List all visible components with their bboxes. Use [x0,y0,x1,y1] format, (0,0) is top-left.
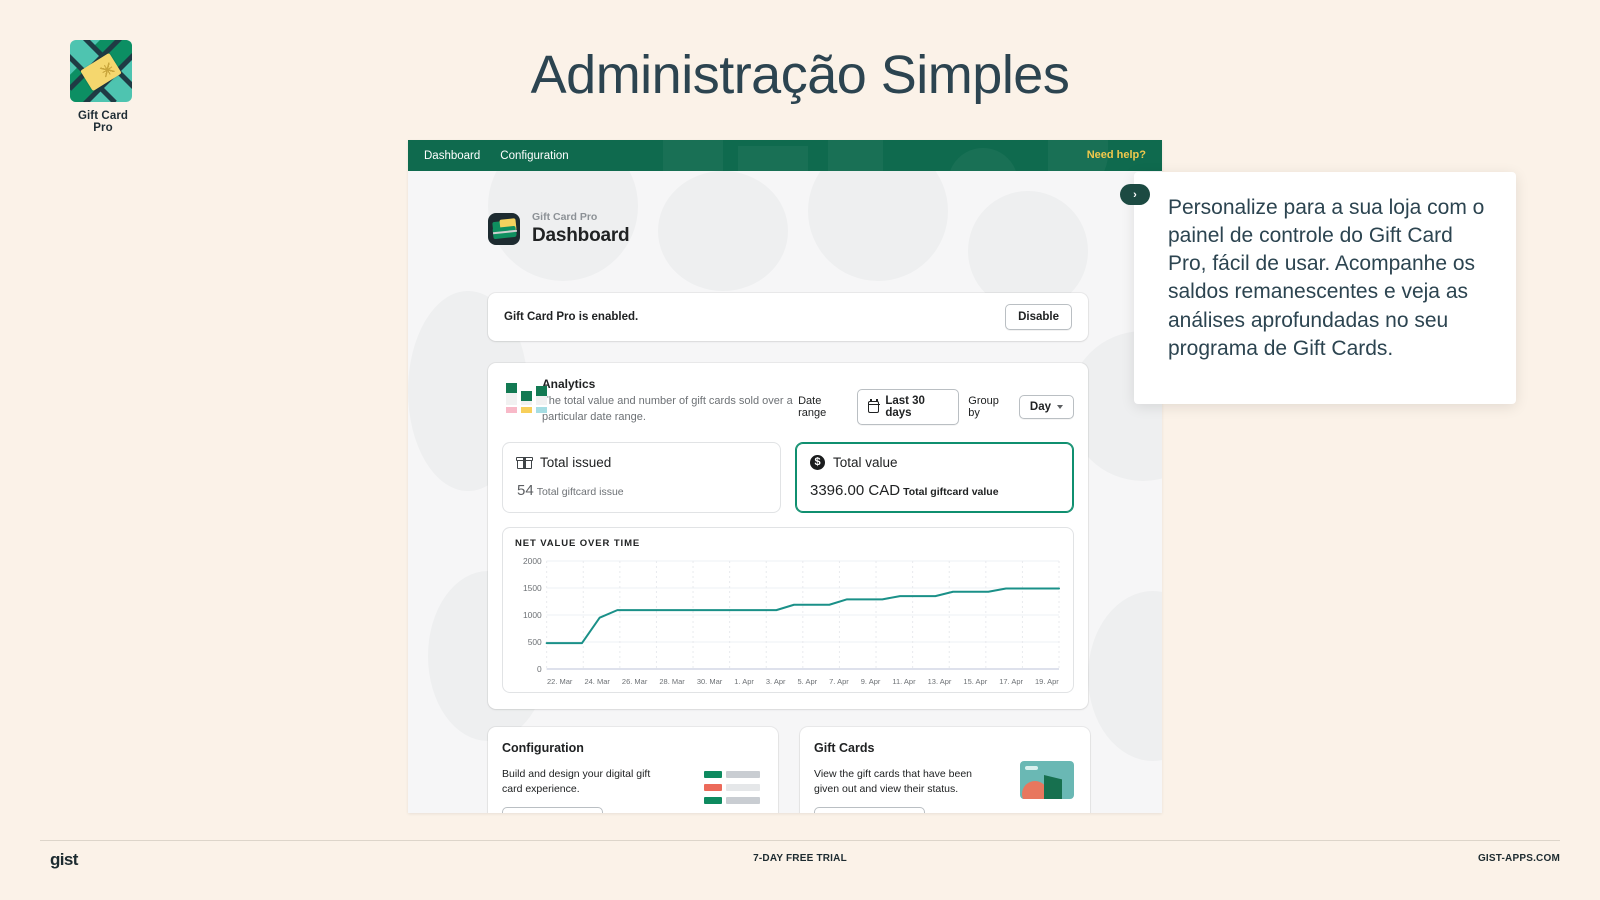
chart-plot-area: 0 500 1000 1500 2000 [515,556,1061,675]
chevron-right-icon: › [1120,184,1150,205]
chart-x-axis-labels: 22. Mar 24. Mar 26. Mar 28. Mar 30. Mar 1. Ap… [547,677,1059,686]
calendar-icon [867,398,881,413]
net-value-chart: NET VALUE OVER TIME 0 500 1000 1500 2000 22.… [502,526,1074,693]
card-title: Gift Cards [814,741,875,755]
x-tick-label: 17. Apr [999,676,1023,686]
analytics-header: Analytics The total value and number of … [502,377,1074,426]
app-topbar: Dashboard Configuration Need help? [408,140,1162,171]
metric-name: Total value [833,454,898,470]
bottom-cards: Configuration Build and design your digi… [488,727,1090,813]
enabled-banner: Gift Card Pro is enabled. Disable [488,293,1088,341]
x-tick-label: 5. Apr [797,676,818,686]
x-tick-label: 19. Apr [1035,676,1059,686]
x-tick-label: 15. Apr [963,676,988,686]
footer: gist 7-DAY FREE TRIAL GIST-APPS.COM [40,850,1560,870]
brand-label: Gift Card Pro [77,110,129,134]
x-tick-label: 22. Mar [547,676,573,686]
x-tick-label: 26. Mar [621,676,648,686]
bar-chart-icon [502,379,547,413]
callout-tooltip: › Personalize para a sua loja com o pain… [1120,172,1516,404]
svg-text:2000: 2000 [523,557,542,566]
x-tick-label: 9. Apr [860,676,881,686]
metric-caption: Total giftcard issue [536,485,624,498]
page-title: Administração Simples [530,45,1070,105]
footer-website: GIST-APPS.COM [1477,853,1560,864]
footer-divider [40,840,1560,841]
x-tick-label: 11. Apr [892,676,916,686]
gift-icon [516,455,533,470]
metric-tile-total-value[interactable]: $ Total value 3396.00 CAD Total giftcard … [795,441,1074,513]
bar-list-figure-icon [704,771,760,810]
analytics-card: Analytics The total value and number of … [488,363,1088,709]
x-tick-label: 3. Apr [765,676,786,686]
configuration-button[interactable]: Configuration [502,807,604,813]
x-tick-label: 28. Mar [659,676,685,686]
group-by-label: Group by [968,395,999,419]
analytics-controls: Date range Last 30 days Group by Day [798,377,1074,425]
configuration-card: Configuration Build and design your digi… [488,727,778,813]
metric-value: 3396.00 CAD [810,481,901,499]
app-canvas: Gift Card Pro Dashboard Gift Card Pro is… [408,171,1162,813]
metric-tile-total-issued[interactable]: Total issued 54 Total giftcard issue [502,441,781,513]
svg-text:1000: 1000 [523,610,542,620]
chevron-down-icon [1057,405,1063,409]
svg-text:500: 500 [528,637,542,647]
app-window: Dashboard Configuration Need help? Gift … [408,140,1162,813]
date-range-label: Date range [798,395,827,419]
svg-text:0: 0 [537,664,542,674]
gift-card-image-icon [1020,761,1074,799]
svg-text:1500: 1500 [523,583,542,593]
metric-tiles: Total issued 54 Total giftcard issue $ To… [502,441,1074,513]
need-help-link[interactable]: Need help? [1087,149,1146,161]
group-by-select[interactable]: Day [1018,395,1074,419]
group-by-value: Day [1029,401,1051,413]
card-description: View the gift cards that have been given… [814,768,972,796]
metric-name: Total issued [540,454,612,470]
dollar-icon: $ [810,454,825,470]
metric-caption: Total giftcard value [903,485,999,498]
x-tick-label: 13. Apr [927,676,952,686]
callout-text: Personalize para a sua loja com o painel… [1168,196,1485,360]
gift-card-app-icon [488,213,520,246]
footer-trial-text: 7-DAY FREE TRIAL [753,853,847,864]
disable-button[interactable]: Disable [1005,304,1072,330]
nav-item-dashboard[interactable]: Dashboard [424,150,480,162]
poster-page: Gift Card Pro Administração Simples Dash… [0,0,1600,900]
card-title: Configuration [502,741,584,755]
analytics-title: Analytics [542,377,596,391]
nav-item-configuration[interactable]: Configuration [500,150,568,162]
x-tick-label: 30. Mar [696,676,723,686]
date-range-picker[interactable]: Last 30 days [857,389,960,425]
dashboard-title: Dashboard [532,224,630,246]
analytics-description: The total value and number of gift cards… [542,395,793,423]
chart-title: NET VALUE OVER TIME [515,537,641,549]
view-gift-cards-button[interactable]: View Gift Cards [814,807,925,813]
topbar-nav: Dashboard Configuration [424,150,569,162]
enabled-banner-text: Gift Card Pro is enabled. [504,311,639,323]
app-eyebrow: Gift Card Pro [532,211,598,223]
x-tick-label: 1. Apr [734,676,754,686]
x-tick-label: 24. Mar [584,676,610,686]
x-tick-label: 7. Apr [829,676,849,686]
metric-value: 54 [517,481,534,499]
gift-cards-card: Gift Cards View the gift cards that have… [800,727,1090,813]
date-range-value: Last 30 days [885,395,925,419]
app-header: Gift Card Pro Dashboard [488,211,630,247]
card-description: Build and design your digital gift card … [502,768,651,796]
